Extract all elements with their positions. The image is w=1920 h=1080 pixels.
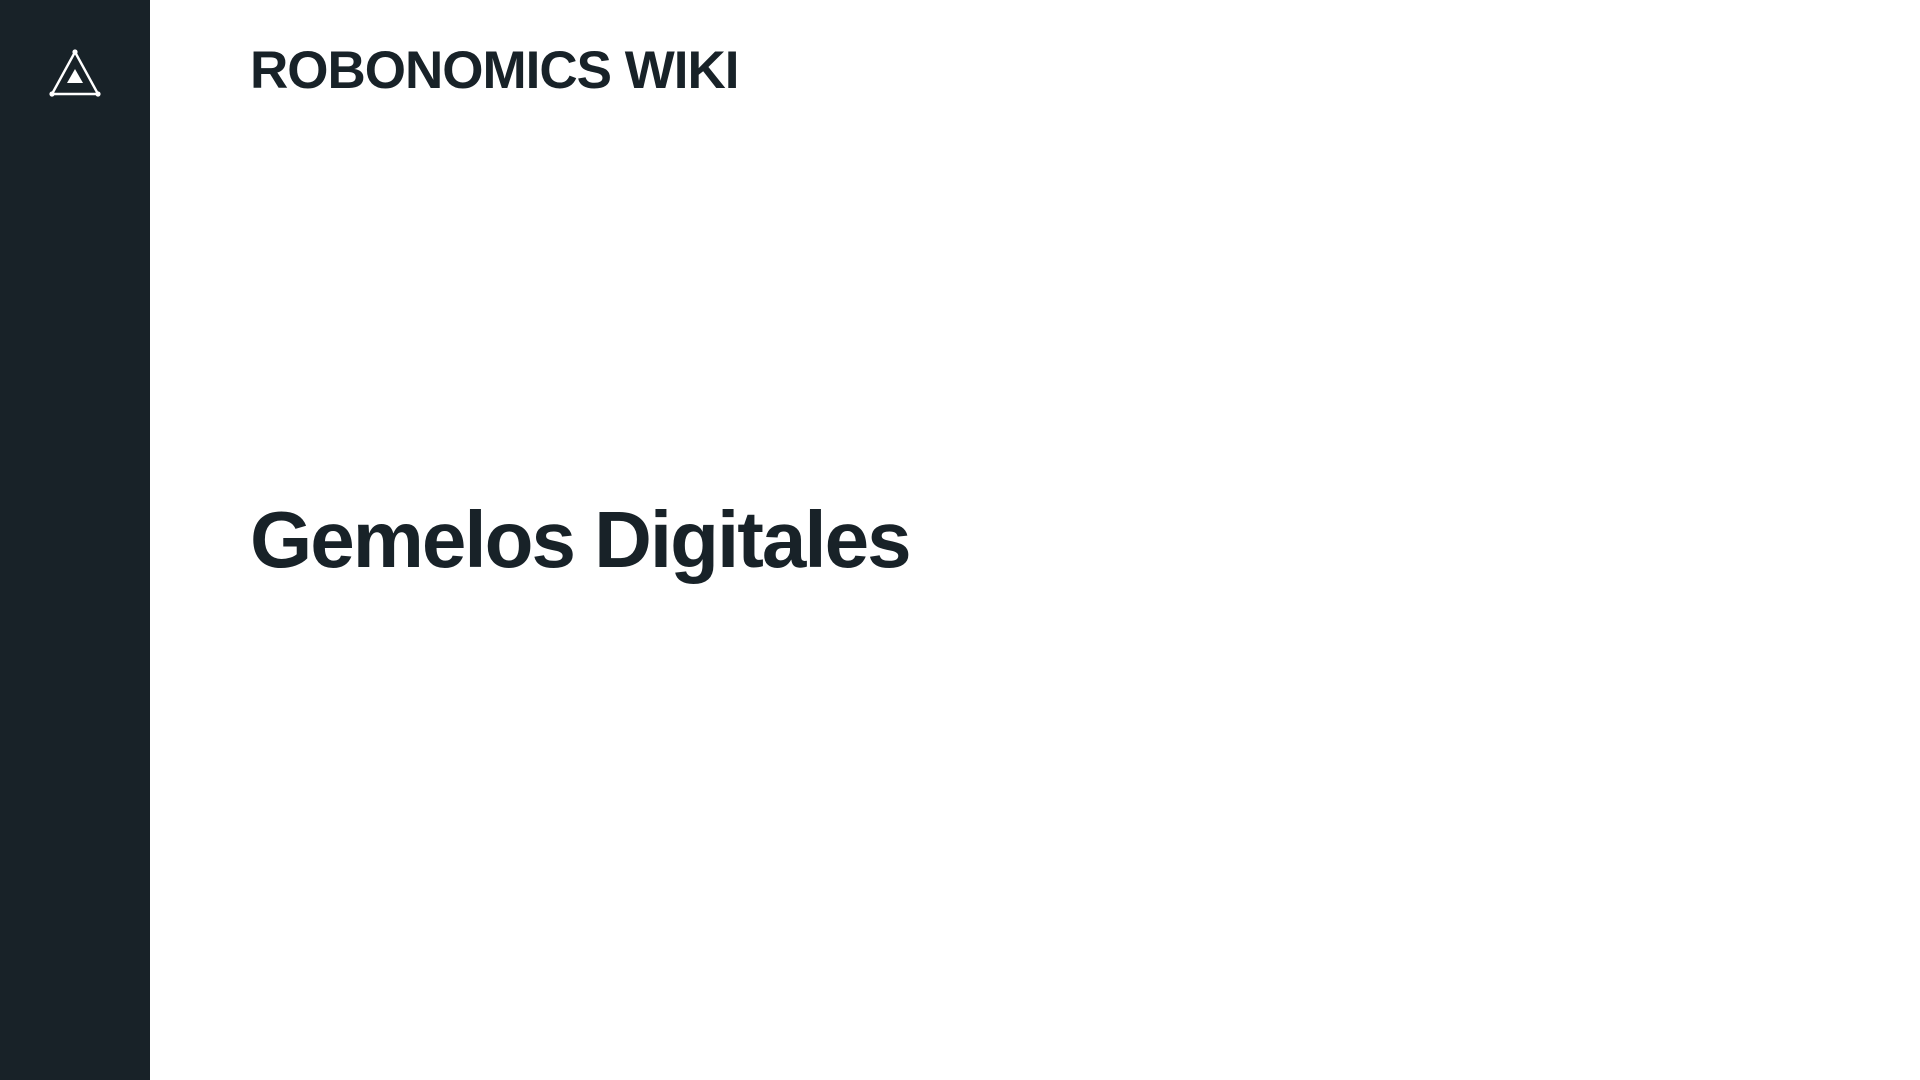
main-content: ROBONOMICS WIKI Gemelos Digitales — [150, 0, 1920, 1080]
page-title: Gemelos Digitales — [250, 495, 912, 584]
sidebar — [0, 0, 150, 1080]
robonomics-triangle-logo-icon — [49, 49, 101, 97]
logo-link[interactable] — [49, 49, 101, 97]
site-title[interactable]: ROBONOMICS WIKI — [250, 44, 739, 97]
page: ROBONOMICS WIKI Gemelos Digitales — [0, 0, 1920, 1080]
